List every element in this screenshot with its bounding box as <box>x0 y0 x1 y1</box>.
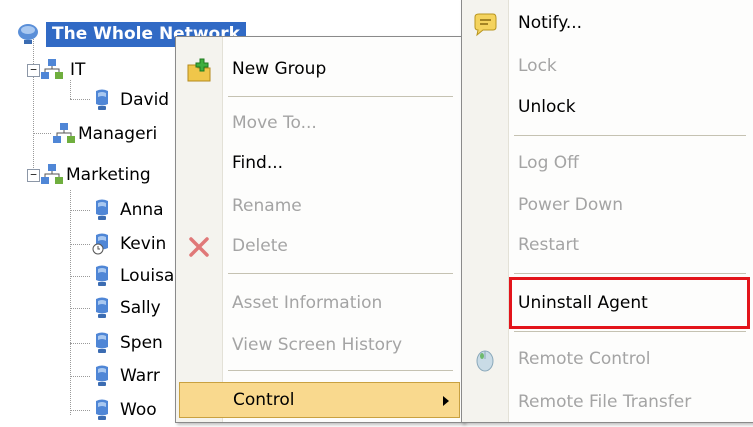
menu-item-label: Rename <box>232 196 302 216</box>
computer-icon <box>90 364 114 388</box>
group-icon <box>40 163 64 187</box>
submenu-arrow-icon <box>443 396 449 406</box>
menu-item-label: Log Off <box>518 153 579 173</box>
menu-item-asset-information[interactable]: Asset Information <box>176 285 463 321</box>
notify-icon <box>472 11 498 37</box>
marketing-expander[interactable]: − <box>27 169 40 182</box>
tree-item-sally[interactable]: Sally <box>90 291 161 325</box>
menu-item-label: Lock <box>518 56 557 76</box>
tree-group-it[interactable]: IT <box>40 53 85 87</box>
menu-item-label: Move To... <box>232 113 317 133</box>
remote-control-icon <box>472 347 498 373</box>
menu-item-label: Remote Control <box>518 349 651 369</box>
tree-label: IT <box>70 60 86 80</box>
new-group-icon <box>186 57 212 83</box>
annotation-highlight-box <box>509 277 750 329</box>
delete-icon <box>186 234 212 260</box>
computer-icon <box>90 88 114 112</box>
tree-label: David <box>120 90 170 110</box>
computer-icon <box>90 198 114 222</box>
computer-icon <box>90 296 114 320</box>
computer-clock-icon <box>90 232 114 256</box>
tree-item-warren[interactable]: Warr <box>90 359 160 393</box>
menu-item-label: Find... <box>232 153 284 173</box>
tree-label: Marketing <box>66 165 151 185</box>
menu-item-power-down[interactable]: Power Down <box>462 187 753 223</box>
tree-item-wood[interactable]: Woo <box>90 393 157 427</box>
menu-item-move-to[interactable]: Move To... <box>176 105 463 141</box>
menu-item-label: Restart <box>518 235 580 255</box>
tree-label: Louisa <box>120 266 175 286</box>
tree-label: Manageri <box>78 124 158 144</box>
computer-icon <box>90 331 114 355</box>
computer-icon <box>90 264 114 288</box>
group-icon <box>52 122 76 146</box>
menu-item-restart[interactable]: Restart <box>462 227 753 263</box>
tree-item-david[interactable]: David <box>90 83 169 117</box>
it-expander[interactable]: − <box>27 64 40 77</box>
menu-item-label: Notify... <box>518 13 583 33</box>
menu-item-remote-file-transfer[interactable]: Remote File Transfer <box>462 384 753 420</box>
menu-item-label: Control <box>233 390 295 410</box>
control-submenu: Notify... Lock Unlock Log Off Power Down… <box>461 0 753 423</box>
menu-item-notify[interactable]: Notify... <box>462 5 753 41</box>
menu-item-label: Asset Information <box>232 293 383 313</box>
menu-item-new-group[interactable]: New Group <box>176 51 463 87</box>
menu-item-label: View Screen History <box>232 335 403 355</box>
tree-label: Spen <box>120 333 163 353</box>
tree-label: Anna <box>120 200 164 220</box>
menu-item-view-screen-history[interactable]: View Screen History <box>176 327 463 363</box>
menu-item-rename[interactable]: Rename <box>176 188 463 224</box>
group-icon <box>40 58 64 82</box>
menu-item-find[interactable]: Find... <box>176 145 463 181</box>
menu-item-remote-control[interactable]: Remote Control <box>462 341 753 377</box>
tree-item-anna[interactable]: Anna <box>90 193 164 227</box>
tree-item-louisa[interactable]: Louisa <box>90 259 174 293</box>
menu-item-label: Unlock <box>518 97 576 117</box>
menu-item-unlock[interactable]: Unlock <box>462 89 753 125</box>
menu-item-label: Power Down <box>518 195 623 215</box>
menu-item-label: Delete <box>232 236 288 256</box>
tree-label: Kevin <box>120 234 167 254</box>
tree-group-managerial[interactable]: Manageri <box>52 117 157 151</box>
tree-item-kevin[interactable]: Kevin <box>90 227 166 261</box>
menu-item-label: New Group <box>232 59 327 79</box>
network-icon <box>16 22 40 46</box>
tree-item-spencer[interactable]: Spen <box>90 326 163 360</box>
tree-label: Warr <box>120 366 160 386</box>
tree-group-marketing[interactable]: Marketing <box>40 158 151 192</box>
menu-item-label: Remote File Transfer <box>518 392 692 412</box>
context-menu: New Group Move To... Find... Rename Dele… <box>175 36 464 423</box>
tree-label: Woo <box>120 400 157 420</box>
menu-item-lock[interactable]: Lock <box>462 48 753 84</box>
tree-label: Sally <box>120 298 161 318</box>
computer-icon <box>90 398 114 422</box>
menu-item-control[interactable]: Control <box>179 382 460 418</box>
menu-item-delete[interactable]: Delete <box>176 228 463 264</box>
menu-item-log-off[interactable]: Log Off <box>462 145 753 181</box>
